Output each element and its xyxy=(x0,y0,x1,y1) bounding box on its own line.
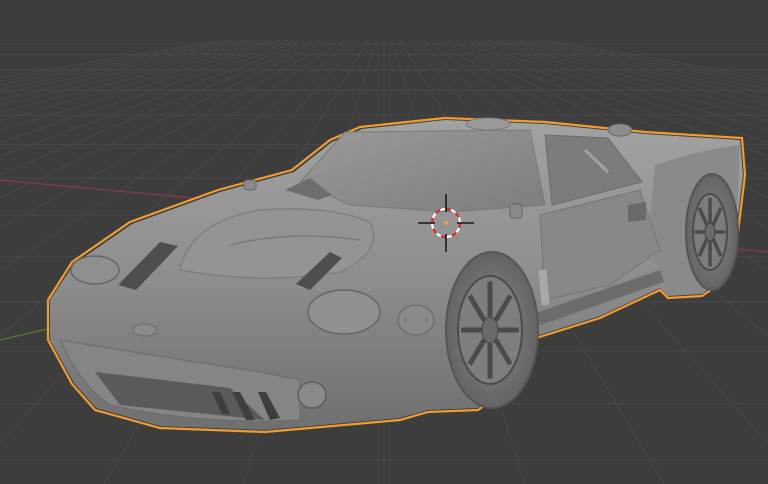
side-marker xyxy=(397,304,435,336)
nose-badge xyxy=(132,323,158,337)
door-handle xyxy=(628,202,646,222)
front-wheel xyxy=(445,251,539,409)
3d-viewport[interactable] xyxy=(0,0,768,484)
viewport-canvas[interactable] xyxy=(0,0,768,484)
rear-scoop xyxy=(607,123,633,137)
fog-light xyxy=(297,381,327,409)
mirror-base xyxy=(509,203,523,219)
headlight-right xyxy=(307,289,381,335)
filler-cap xyxy=(243,179,257,191)
headlight-left xyxy=(70,255,120,285)
roof-scoop xyxy=(465,117,511,131)
rear-wheel xyxy=(685,173,739,291)
car-mesh[interactable] xyxy=(46,116,747,434)
